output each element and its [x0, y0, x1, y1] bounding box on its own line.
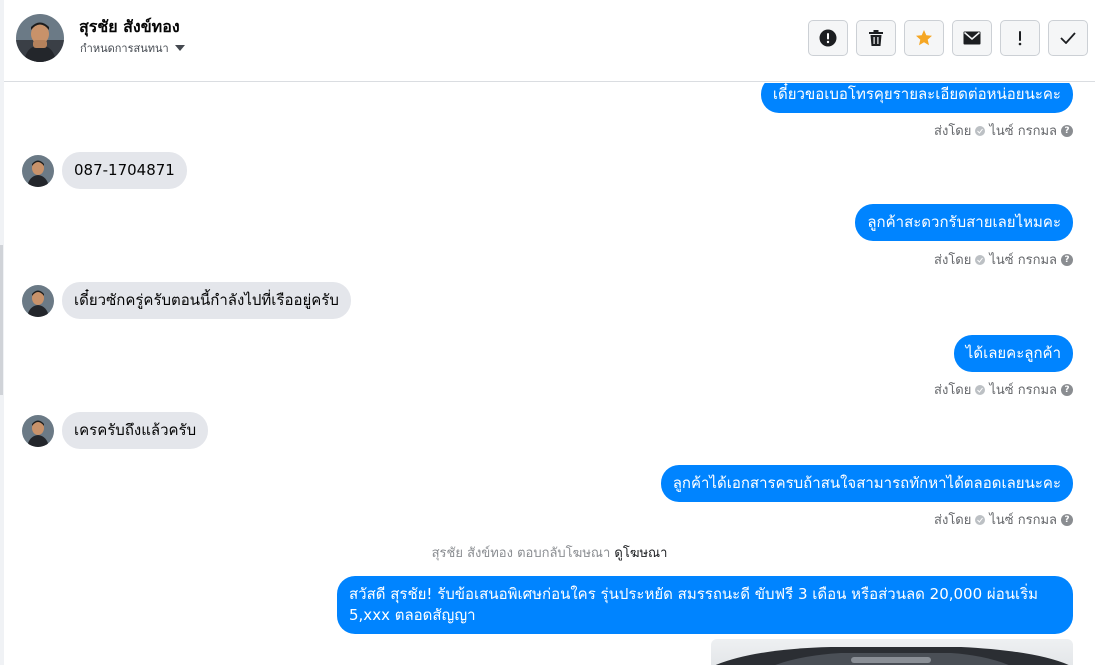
view-ad-link[interactable]: ดูโฆษณา [614, 546, 667, 561]
exclamation-circle-icon [819, 29, 837, 47]
assign-label: กำหนดการสนทนา [80, 42, 169, 55]
verified-icon [975, 514, 986, 525]
sent-by-meta: ส่งโดย ไนซ์ กรกมล ? [934, 379, 1073, 400]
sender-name: ไนซ์ กรกมล [989, 253, 1057, 268]
message-bubble[interactable]: เดี๋ยวซักครู่ครับตอนนี้กำลังไปที่เรืออยู… [62, 282, 351, 319]
avatar[interactable] [22, 154, 54, 187]
message-incoming: 087-1704871 [22, 152, 187, 189]
car-image [715, 647, 1069, 665]
delete-button[interactable] [856, 20, 896, 56]
check-icon [1060, 32, 1076, 44]
conversation-header: สุรชัย สังข์ทอง กำหนดการสนทนา [4, 0, 1095, 82]
message-incoming: เครครับถึงแล้วครับ [22, 412, 209, 449]
sender-name: ไนซ์ กรกมล [989, 383, 1057, 398]
trash-icon [869, 30, 883, 46]
message-bubble[interactable]: สวัสดี สุรชัย! รับข้อเสนอพิเศษก่อนใคร รุ… [337, 576, 1073, 634]
help-icon[interactable]: ? [1061, 124, 1073, 137]
sender-name: ไนซ์ กรกมล [989, 513, 1057, 528]
message-outgoing: เดี๋ยวขอเบอโทรคุยรายละเอียดต่อหน่อยนะคะ [760, 83, 1073, 113]
report-button[interactable] [1000, 20, 1040, 56]
message-outgoing: ลูกค้าได้เอกสารครบถ้าสนใจสามารถทักหาได้ต… [660, 465, 1073, 502]
sent-by-label: ส่งโดย [934, 253, 972, 268]
sent-by-label: ส่งโดย [934, 124, 972, 139]
sent-by-label: ส่งโดย [934, 383, 972, 398]
sender-name: ไนซ์ กรกมล [989, 124, 1057, 139]
sent-by-meta: ส่งโดย ไนซ์ กรกมล ? [934, 509, 1073, 530]
verified-icon [975, 384, 986, 395]
help-icon[interactable]: ? [1061, 253, 1073, 266]
ad-image[interactable] [711, 639, 1073, 665]
message-bubble[interactable]: ลูกค้าสะดวกรับสายเลยไหมคะ [855, 204, 1073, 241]
star-icon [916, 30, 932, 46]
help-icon[interactable]: ? [1061, 383, 1073, 396]
message-bubble[interactable]: ลูกค้าได้เอกสารครบถ้าสนใจสามารถทักหาได้ต… [660, 465, 1073, 502]
ad-reply-notice: สุรชัย สังข์ทอง ตอบกลับโฆษณา ดูโฆษณา [4, 542, 1095, 563]
verified-icon [975, 254, 986, 265]
message-thread[interactable]: เดี๋ยวขอเบอโทรคุยรายละเอียดต่อหน่อยนะคะ … [4, 83, 1095, 665]
scroll-indicator[interactable] [0, 245, 3, 395]
mail-icon [963, 31, 981, 45]
message-outgoing: สวัสดี สุรชัย! รับข้อเสนอพิเศษก่อนใคร รุ… [337, 576, 1073, 634]
action-toolbar [808, 20, 1088, 56]
avatar[interactable] [22, 414, 54, 447]
sent-by-meta: ส่งโดย ไนซ์ กรกมล ? [934, 120, 1073, 141]
verified-icon [975, 125, 986, 136]
contact-avatar[interactable] [16, 14, 64, 62]
ad-reply-text: สุรชัย สังข์ทอง ตอบกลับโฆษณา [431, 546, 611, 561]
avatar[interactable] [22, 284, 54, 317]
mark-done-button[interactable] [1048, 20, 1088, 56]
message-bubble[interactable]: เดี๋ยวขอเบอโทรคุยรายละเอียดต่อหน่อยนะคะ [760, 83, 1073, 113]
sent-by-meta: ส่งโดย ไนซ์ กรกมล ? [934, 249, 1073, 270]
mark-spam-button[interactable] [808, 20, 848, 56]
sent-by-label: ส่งโดย [934, 513, 972, 528]
message-outgoing: ลูกค้าสะดวกรับสายเลยไหมคะ [855, 204, 1073, 241]
message-outgoing: ได้เลยคะลูกค้า [953, 335, 1073, 372]
caret-down-icon [174, 45, 185, 51]
message-incoming: เดี๋ยวซักครู่ครับตอนนี้กำลังไปที่เรืออยู… [22, 282, 351, 319]
message-bubble[interactable]: ได้เลยคะลูกค้า [953, 335, 1073, 372]
contact-name: สุรชัย สังข์ทอง [79, 17, 180, 36]
exclamation-icon [1018, 31, 1022, 46]
assign-conversation-dropdown[interactable]: กำหนดการสนทนา [80, 39, 185, 57]
mark-unread-button[interactable] [952, 20, 992, 56]
message-bubble[interactable]: 087-1704871 [62, 152, 187, 189]
message-bubble[interactable]: เครครับถึงแล้วครับ [62, 412, 209, 449]
help-icon[interactable]: ? [1061, 513, 1073, 526]
star-button[interactable] [904, 20, 944, 56]
